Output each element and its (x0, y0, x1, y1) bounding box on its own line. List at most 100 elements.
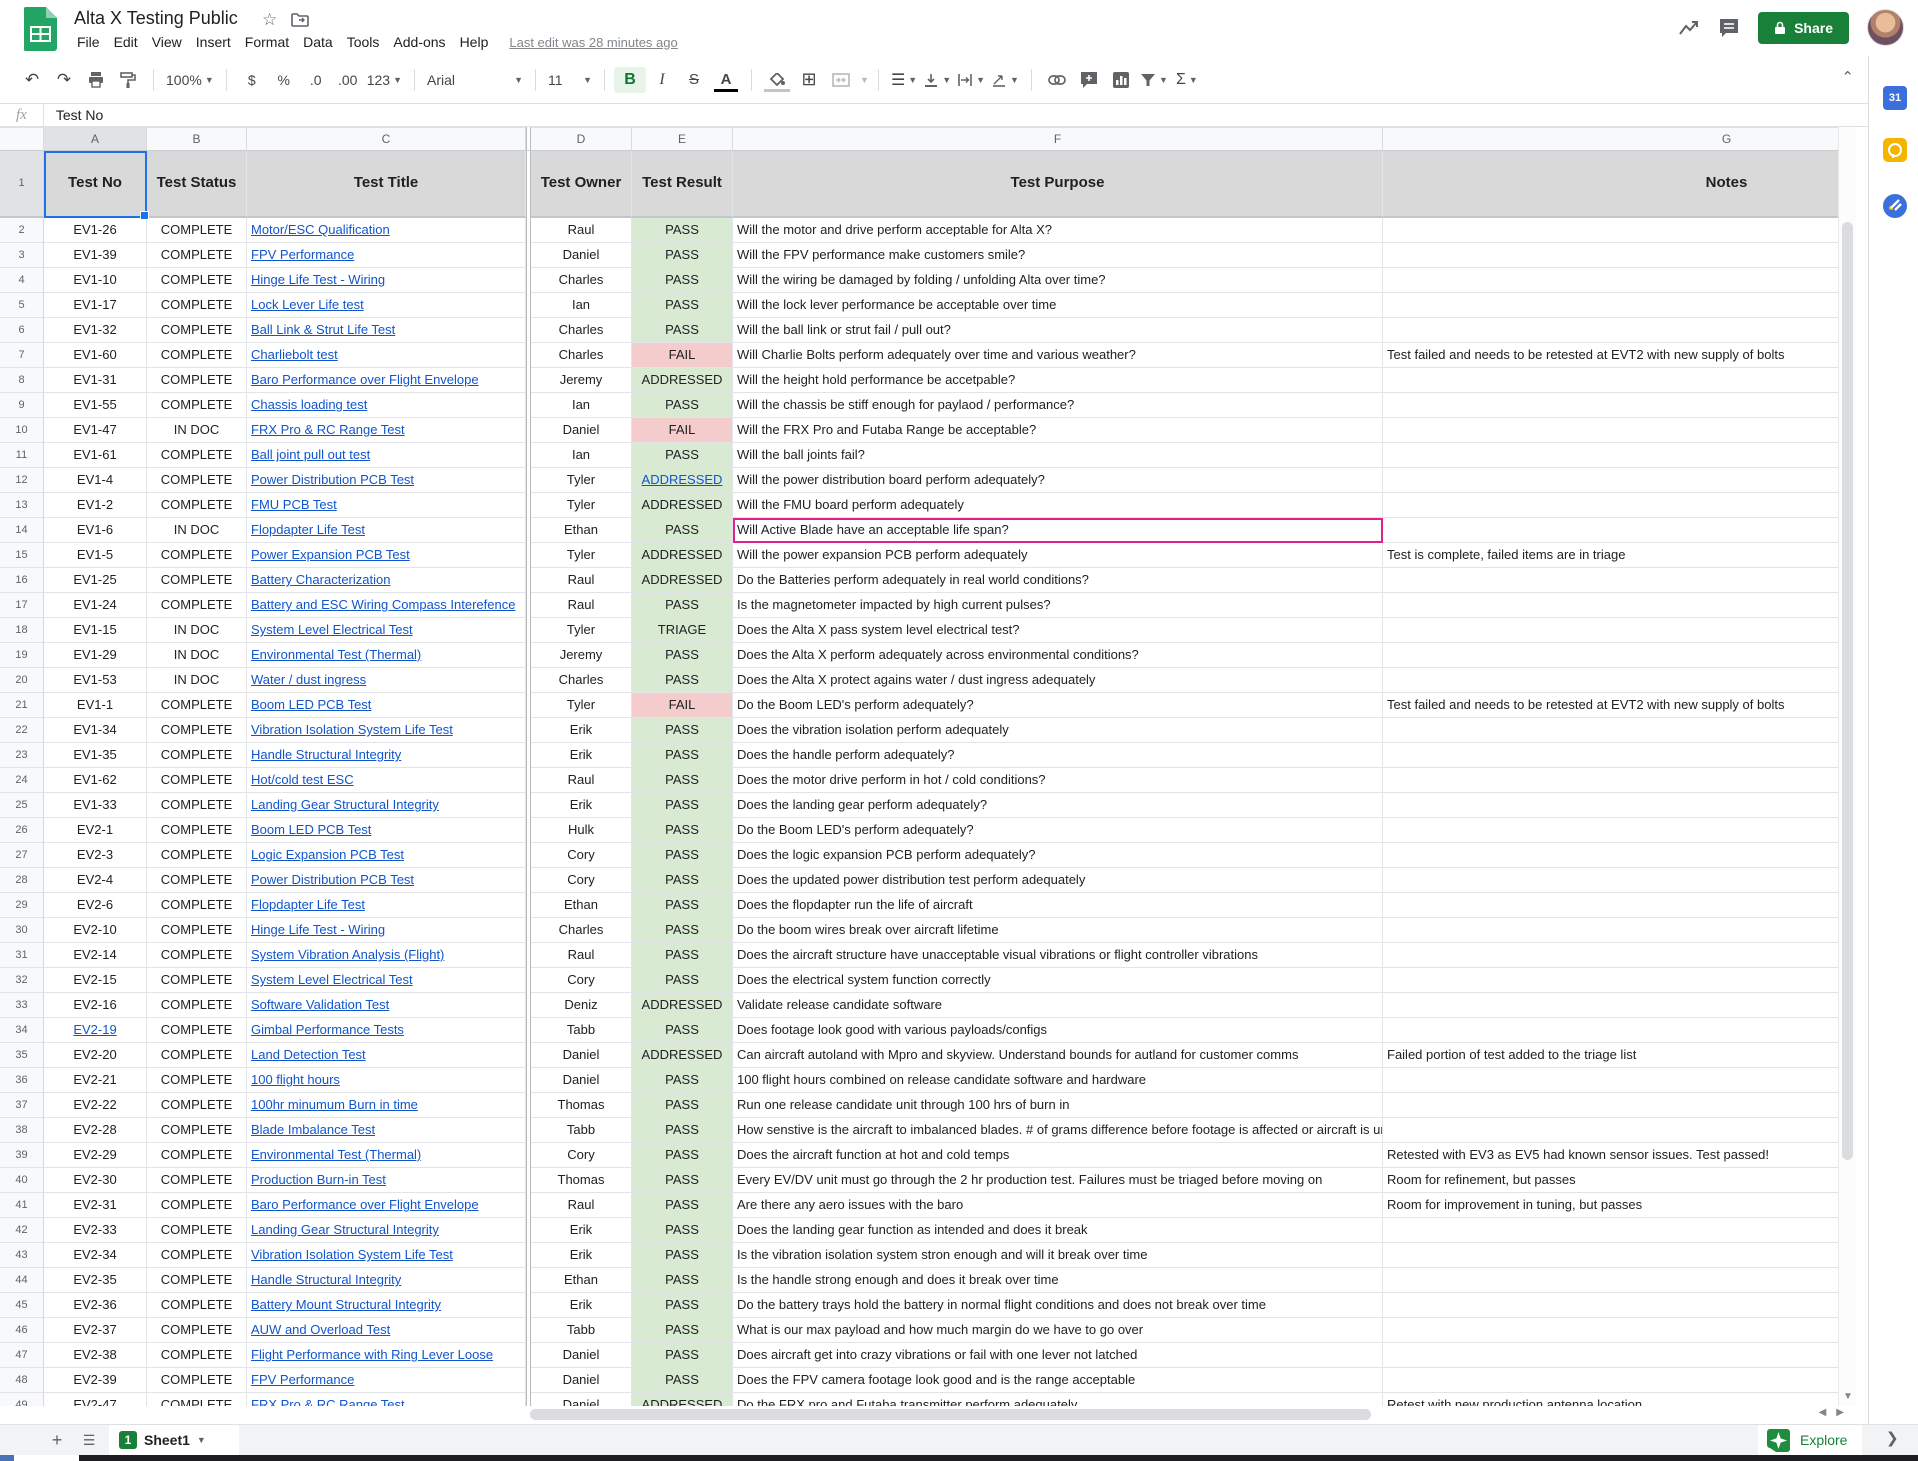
collapse-toolbar-icon[interactable]: ⌃ (1841, 68, 1854, 86)
cell-test-no[interactable]: EV1-62 (44, 768, 147, 793)
cell-test-owner[interactable]: Ethan (531, 893, 632, 918)
cell-test-no[interactable]: EV1-25 (44, 568, 147, 593)
test-title-link[interactable]: Baro Performance over Flight Envelope (251, 1197, 479, 1212)
cell-notes[interactable] (1383, 468, 1838, 493)
test-title-link[interactable]: Hinge Life Test - Wiring (251, 272, 385, 287)
cell-notes[interactable] (1383, 743, 1838, 768)
cell-test-owner[interactable]: Charles (531, 343, 632, 368)
row-number[interactable]: 37 (0, 1093, 44, 1118)
filter-icon[interactable]: ▼ (1137, 67, 1171, 93)
cell-test-result[interactable]: PASS (632, 1368, 733, 1393)
cell-test-no[interactable]: EV1-4 (44, 468, 147, 493)
row-number[interactable]: 14 (0, 518, 44, 543)
cell-test-result[interactable]: PASS (632, 668, 733, 693)
test-title-link[interactable]: Hinge Life Test - Wiring (251, 922, 385, 937)
test-title-link[interactable]: AUW and Overload Test (251, 1322, 390, 1337)
cell-test-owner[interactable]: Erik (531, 718, 632, 743)
test-title-link[interactable]: Power Distribution PCB Test (251, 872, 414, 887)
cell-test-status[interactable]: COMPLETE (147, 1243, 247, 1268)
redo-icon[interactable]: ↷ (48, 67, 80, 93)
print-icon[interactable] (80, 67, 112, 93)
cell-test-owner[interactable]: Tabb (531, 1118, 632, 1143)
cell-test-no[interactable]: EV2-35 (44, 1268, 147, 1293)
row-number[interactable]: 13 (0, 493, 44, 518)
cell-notes[interactable] (1383, 268, 1838, 293)
row-number[interactable]: 10 (0, 418, 44, 443)
test-title-link[interactable]: 100 flight hours (251, 1072, 340, 1087)
calendar-icon[interactable]: 31 (1883, 86, 1907, 110)
cell-test-purpose[interactable]: Do the FRX pro and Futaba transmitter pe… (733, 1393, 1383, 1406)
cell-test-title[interactable]: Vibration Isolation System Life Test (247, 718, 526, 743)
row-number[interactable]: 25 (0, 793, 44, 818)
cell-test-status[interactable]: COMPLETE (147, 1143, 247, 1168)
cell-test-title[interactable]: Hot/cold test ESC (247, 768, 526, 793)
cell-test-title[interactable]: FPV Performance (247, 1368, 526, 1393)
cell-test-owner[interactable]: Raul (531, 1193, 632, 1218)
cell-notes[interactable] (1383, 443, 1838, 468)
cell-test-owner[interactable]: Raul (531, 218, 632, 243)
header-cell-test-status[interactable]: Test Status (147, 151, 247, 218)
cell-test-result[interactable]: PASS (632, 1318, 733, 1343)
font-size-select[interactable]: 11▼ (545, 67, 595, 93)
row-number[interactable]: 21 (0, 693, 44, 718)
test-title-link[interactable]: Landing Gear Structural Integrity (251, 1222, 439, 1237)
cell-test-title[interactable]: System Level Electrical Test (247, 618, 526, 643)
cell-test-title[interactable]: Baro Performance over Flight Envelope (247, 368, 526, 393)
test-title-link[interactable]: Flight Performance with Ring Lever Loose (251, 1347, 493, 1362)
merge-cells-button[interactable] (825, 67, 857, 93)
cell-test-purpose[interactable]: Does footage look good with various payl… (733, 1018, 1383, 1043)
cell-test-result[interactable]: PASS (632, 893, 733, 918)
cell-test-title[interactable]: Chassis loading test (247, 393, 526, 418)
scroll-down-icon[interactable]: ▼ (1839, 1388, 1857, 1406)
cell-notes[interactable] (1383, 893, 1838, 918)
cell-test-no[interactable]: EV2-47 (44, 1393, 147, 1406)
cell-test-status[interactable]: COMPLETE (147, 243, 247, 268)
strikethrough-button[interactable]: S (678, 67, 710, 93)
test-title-link[interactable]: Water / dust ingress (251, 672, 366, 687)
cell-test-purpose[interactable]: Does the landing gear function as intend… (733, 1218, 1383, 1243)
cell-test-owner[interactable]: Erik (531, 793, 632, 818)
row-number[interactable]: 24 (0, 768, 44, 793)
cell-notes[interactable] (1383, 868, 1838, 893)
cell-test-purpose[interactable]: Will Charlie Bolts perform adequately ov… (733, 343, 1383, 368)
cell-test-result[interactable]: PASS (632, 793, 733, 818)
cell-test-purpose[interactable]: Do the battery trays hold the battery in… (733, 1293, 1383, 1318)
cell-test-result[interactable]: PASS (632, 718, 733, 743)
cell-test-purpose[interactable]: Is the handle strong enough and does it … (733, 1268, 1383, 1293)
test-title-link[interactable]: Charliebolt test (251, 347, 338, 362)
column-header-c[interactable]: C (247, 127, 526, 151)
cell-test-no[interactable]: EV2-37 (44, 1318, 147, 1343)
cell-test-result[interactable]: PASS (632, 1193, 733, 1218)
cell-test-title[interactable]: Landing Gear Structural Integrity (247, 793, 526, 818)
test-title-link[interactable]: Blade Imbalance Test (251, 1122, 375, 1137)
cell-notes[interactable] (1383, 843, 1838, 868)
test-title-link[interactable]: Landing Gear Structural Integrity (251, 797, 439, 812)
cell-test-no[interactable]: EV2-16 (44, 993, 147, 1018)
test-title-link[interactable]: Handle Structural Integrity (251, 747, 401, 762)
cell-test-status[interactable]: COMPLETE (147, 368, 247, 393)
cell-notes[interactable] (1383, 1018, 1838, 1043)
row-number[interactable]: 32 (0, 968, 44, 993)
cell-test-result[interactable]: PASS (632, 518, 733, 543)
cell-test-purpose[interactable]: Will the FPV performance make customers … (733, 243, 1383, 268)
cell-test-result[interactable]: FAIL (632, 693, 733, 718)
cell-test-result[interactable]: ADDRESSED (632, 468, 733, 493)
cell-test-title[interactable]: Battery Characterization (247, 568, 526, 593)
cell-test-owner[interactable]: Thomas (531, 1168, 632, 1193)
tasks-icon[interactable] (1883, 194, 1907, 218)
test-no-link[interactable]: EV2-19 (73, 1022, 116, 1037)
cell-test-owner[interactable]: Tabb (531, 1018, 632, 1043)
insert-link-icon[interactable] (1041, 67, 1073, 93)
test-title-link[interactable]: Boom LED PCB Test (251, 697, 371, 712)
row-number[interactable]: 46 (0, 1318, 44, 1343)
cell-notes[interactable] (1383, 1293, 1838, 1318)
cell-test-status[interactable]: COMPLETE (147, 1018, 247, 1043)
test-title-link[interactable]: Power Distribution PCB Test (251, 472, 414, 487)
cell-test-purpose[interactable]: Will the motor and drive perform accepta… (733, 218, 1383, 243)
cell-test-status[interactable]: IN DOC (147, 668, 247, 693)
cell-test-purpose[interactable]: Validate release candidate software (733, 993, 1383, 1018)
cell-test-result[interactable]: PASS (632, 843, 733, 868)
cell-test-purpose[interactable]: How senstive is the aircraft to imbalanc… (733, 1118, 1383, 1143)
column-header-g[interactable]: G (1383, 127, 1838, 151)
cell-test-purpose[interactable]: Will the chassis be stiff enough for pay… (733, 393, 1383, 418)
